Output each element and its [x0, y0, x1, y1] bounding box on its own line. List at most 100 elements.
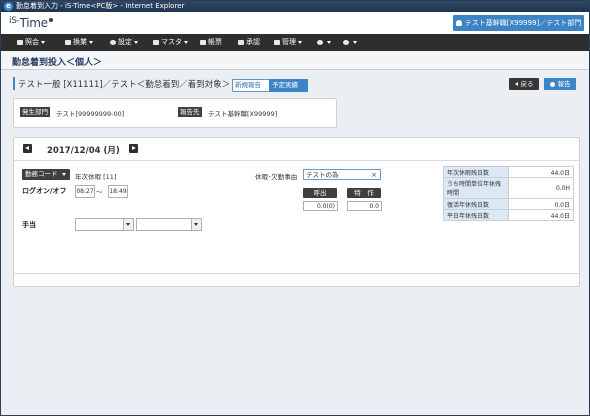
special-work-value[interactable]: 0.0	[347, 201, 382, 211]
leave-label: 平日年休残日数	[443, 209, 509, 221]
prev-date-button[interactable]	[23, 144, 32, 153]
chevron-left-icon	[514, 82, 518, 86]
user-menu-button[interactable]: テスト基幹職[X99999]／テスト部門	[453, 15, 584, 31]
window-title: 勤怠着到入力 - iS-Time<PC版> - Internet Explore…	[16, 2, 185, 10]
table-row: 年次休暇残日数 44.0日	[443, 166, 574, 178]
reason-input[interactable]: テストの為 ×	[303, 169, 381, 180]
reason-label: 休暇･欠勤事由	[255, 173, 298, 181]
nav-item-approval[interactable]: 承認	[238, 34, 260, 51]
work-code-label: 勤務コード	[25, 170, 58, 178]
table-row: うち時間単位年休残時間 0.0H	[443, 177, 574, 199]
nav-item-forms[interactable]: 帳票	[200, 34, 222, 51]
nav-label: 帳票	[208, 38, 222, 46]
app-logo[interactable]: iS-Time	[9, 16, 53, 30]
allowance-select-1[interactable]	[75, 218, 134, 231]
nav-label: 管理	[282, 38, 296, 46]
chevron-left-icon	[25, 146, 29, 150]
chevron-down-icon	[191, 219, 201, 230]
leave-label: 復活年休残日数	[443, 198, 509, 210]
app-header: iS-Time テスト基幹職[X99999]／テスト部門	[1, 12, 589, 34]
logon-start-field[interactable]: 08:27	[75, 185, 95, 198]
logo-main: Time	[19, 16, 48, 30]
main-nav: 照会 換業 設定 マスタ 帳票 承認 管理	[1, 34, 589, 51]
table-row: 平日年休残日数 44.0日	[443, 209, 574, 221]
main-panel: 2017/12/04 (月) 勤務コード 年次休暇 [11] ログオン/オフ 0…	[13, 137, 580, 287]
chevron-down-icon	[298, 40, 302, 44]
check-icon	[238, 39, 244, 45]
chevron-down-icon	[184, 40, 188, 44]
logon-label: ログオン/オフ	[22, 187, 67, 195]
chevron-down-icon	[62, 173, 66, 176]
report-to-label: 報告先	[178, 107, 202, 117]
nav-item-admin[interactable]: 管理	[274, 34, 302, 51]
call-out-button[interactable]: 呼出	[303, 188, 337, 198]
logo-dot	[48, 18, 53, 22]
chevron-down-icon	[134, 40, 138, 44]
chevron-down-icon	[89, 40, 93, 44]
report-to-value: テスト基幹職[X99999]	[208, 110, 278, 118]
dept-label: 発生部門	[20, 107, 50, 117]
nav-item-inquiry[interactable]: 照会	[17, 34, 45, 51]
new-report-tag: 新規報告	[232, 79, 271, 92]
call-out-value[interactable]: 0.0(0)	[303, 201, 338, 211]
nav-label: 照会	[25, 38, 39, 46]
chevron-down-icon	[327, 40, 331, 44]
user-label: テスト基幹職[X99999]／テスト部門	[464, 19, 582, 27]
leave-value: 0.0H	[508, 177, 574, 199]
nav-item-help[interactable]	[343, 34, 357, 51]
monitor-icon	[65, 39, 71, 45]
leave-value: 0.0日	[508, 198, 574, 210]
leave-label: うち時間単位年休残時間	[443, 177, 509, 199]
chevron-down-icon	[41, 40, 45, 44]
help-icon	[343, 39, 349, 45]
reason-value: テストの為	[306, 171, 339, 179]
report-button[interactable]: 報告	[544, 78, 576, 90]
work-code-dropdown[interactable]: 勤務コード	[22, 169, 70, 180]
nav-label: 設定	[118, 38, 132, 46]
title-accent-bar	[13, 77, 15, 90]
logon-end-field[interactable]: 18:49	[108, 185, 128, 198]
target-title: テスト一般 [X11111]／テスト＜勤怠着到／着到対象＞	[18, 80, 231, 90]
date-row: 2017/12/04 (月)	[14, 138, 579, 161]
printer-icon	[200, 39, 206, 45]
allowance-select-2[interactable]	[136, 218, 202, 231]
clear-icon[interactable]: ×	[371, 170, 377, 181]
logo-prefix: iS-	[9, 16, 20, 26]
browser-window: e 勤怠着到入力 - iS-Time<PC版> - Internet Explo…	[0, 0, 590, 416]
leave-balance-table: 年次休暇残日数 44.0日 うち時間単位年休残時間 0.0H 復活年休残日数 0.0日…	[443, 166, 574, 221]
nav-item-work[interactable]: 換業	[65, 34, 93, 51]
ie-icon: e	[4, 2, 13, 11]
nav-label: マスタ	[161, 38, 182, 46]
user-icon	[455, 20, 462, 26]
window-titlebar: e 勤怠着到入力 - iS-Time<PC版> - Internet Explo…	[1, 1, 589, 12]
nav-item-chat[interactable]	[317, 34, 331, 51]
dept-value: テスト[99999999-00]	[56, 110, 125, 118]
plan-actual-tag: 予定実績	[269, 79, 308, 92]
info-box: 発生部門 テスト[99999999-00] 報告先 テスト基幹職[X99999]	[13, 98, 337, 128]
chevron-down-icon	[353, 40, 357, 44]
back-button[interactable]: 戻る	[509, 78, 539, 90]
page-title-bar: 勤怠着到投入＜個人＞	[1, 51, 589, 70]
allowance-label: 手当	[22, 221, 36, 229]
nav-item-master[interactable]: マスタ	[153, 34, 188, 51]
nav-label: 換業	[73, 38, 87, 46]
leave-value: 44.0日	[508, 209, 574, 221]
special-work-button[interactable]: 特 作	[347, 188, 381, 198]
back-label: 戻る	[520, 80, 534, 88]
leave-value: 44.0日	[508, 166, 574, 178]
chevron-right-icon	[132, 146, 136, 150]
report-label: 報告	[557, 80, 571, 88]
document-icon	[153, 39, 159, 45]
table-row: 復活年休残日数 0.0日	[443, 198, 574, 210]
gear-icon	[110, 39, 116, 45]
work-code-value: 年次休暇 [11]	[75, 173, 117, 181]
panel-divider	[14, 273, 579, 274]
nav-label: 承認	[246, 38, 260, 46]
page-title: 勤怠着到投入＜個人＞	[12, 58, 103, 68]
grid-icon	[274, 39, 280, 45]
chevron-down-icon	[123, 219, 133, 230]
current-date: 2017/12/04 (月)	[47, 146, 120, 156]
nav-item-settings[interactable]: 設定	[110, 34, 138, 51]
next-date-button[interactable]	[129, 144, 138, 153]
logon-tilde: 〜	[96, 188, 103, 196]
